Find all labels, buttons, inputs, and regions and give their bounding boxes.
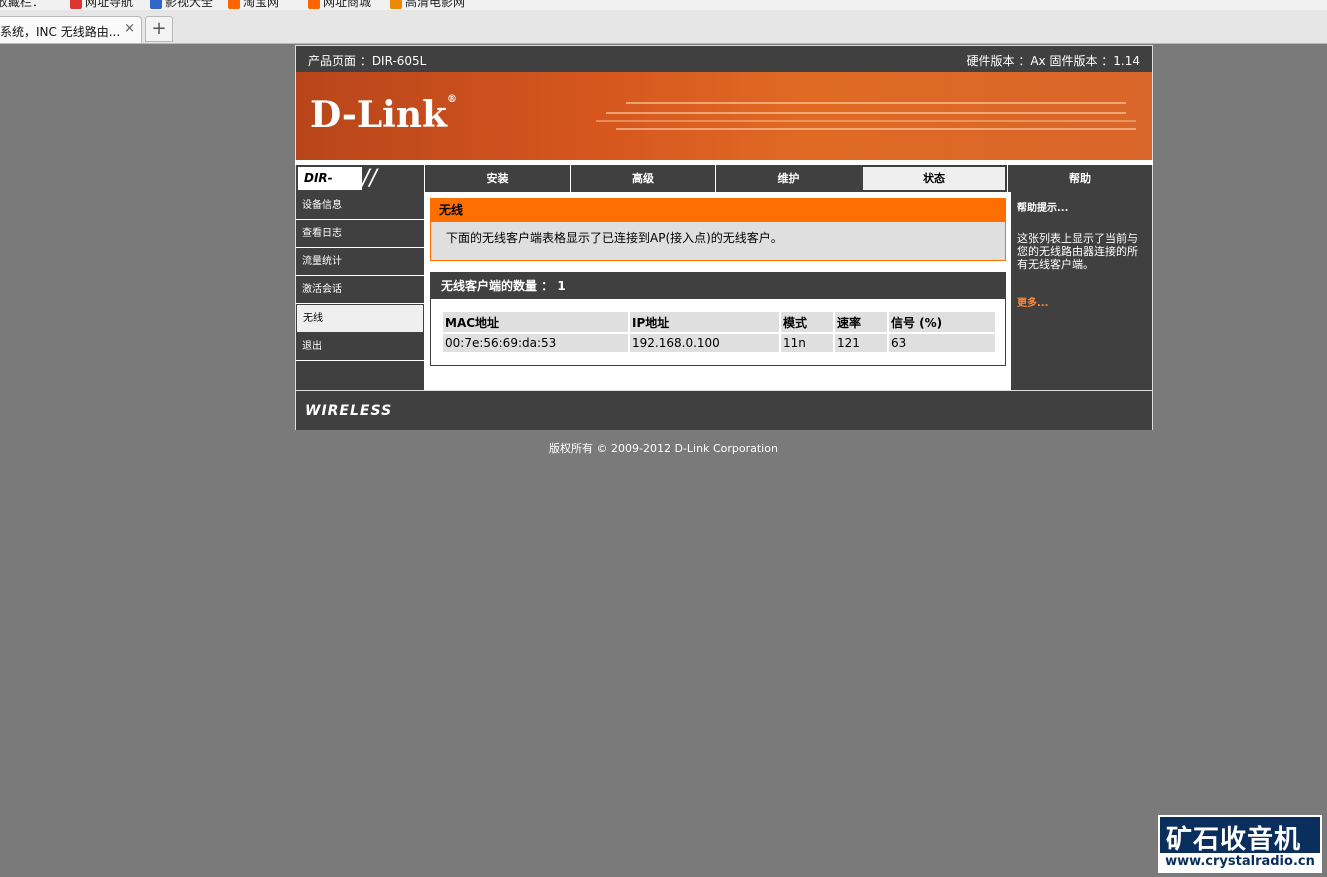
sidebar-item-sessions[interactable]: 激活会话 [296, 276, 424, 304]
sidebar-item-logs[interactable]: 查看日志 [296, 220, 424, 248]
sidebar-item-statistics[interactable]: 流量统计 [296, 248, 424, 276]
tab-advanced[interactable]: 高级 [570, 165, 715, 192]
section-title: 无线 [431, 199, 1005, 222]
column-header: 信号 (%) [889, 312, 995, 332]
watermark-logo: 矿石收音机 www.crystalradio.cn [1158, 815, 1322, 873]
tab-help[interactable]: 帮助 [1007, 165, 1152, 192]
banner-streak [596, 120, 1136, 122]
section-description: 下面的无线客户端表格显示了已连接到AP(接入点)的无线客户。 [446, 231, 783, 245]
bookmark-icon [390, 0, 402, 9]
clients-table: MAC地址 IP地址 模式 速率 信号 (%) 00:7e:56:69:da:5… [441, 310, 997, 354]
table-cell: 00:7e:56:69:da:53 [443, 334, 628, 352]
model-label: DIR-605L [298, 167, 362, 208]
table-row: 00:7e:56:69:da:53 192.168.0.100 11n 121 … [443, 334, 995, 352]
footer-bar: WIRELESS [295, 390, 1153, 430]
help-more-link[interactable]: 更多... [1017, 294, 1048, 309]
banner-streak [616, 128, 1136, 130]
clients-section: 无线客户端的数量 ： 1 MAC地址 IP地址 模式 速率 信号 (%) 00:… [430, 272, 1006, 366]
sidebar-item-device-info[interactable]: 设备信息 [296, 192, 424, 220]
table-cell: 63 [889, 334, 995, 352]
bookmark-item[interactable]: 淘宝网 [228, 0, 279, 10]
content-panel: 无线 下面的无线客户端表格显示了已连接到AP(接入点)的无线客户。 无线客户端的… [424, 192, 1011, 390]
table-header-row: MAC地址 IP地址 模式 速率 信号 (%) [443, 312, 995, 332]
bookmarks-bar: 收藏栏： 网址导航 影视大全 淘宝网 网址商城 高清电影网 [0, 0, 1327, 10]
top-nav: DIR-605L // 安装 高级 维护 状态 帮助 [295, 165, 1153, 208]
copyright-text: 版权所有 © 2009-2012 D-Link Corporation [549, 442, 778, 455]
table-cell: 11n [781, 334, 833, 352]
bookmark-icon [228, 0, 240, 9]
tab-setup[interactable]: 安装 [424, 165, 570, 192]
tab-bar: 系统，INC 无线路由... × + [0, 10, 1327, 44]
watermark-title: 矿石收音机 [1166, 825, 1302, 855]
clients-count-title: 无线客户端的数量 ： 1 [431, 273, 1005, 299]
bookmark-icon [70, 0, 82, 9]
tab-maintenance[interactable]: 维护 [715, 165, 861, 192]
bookmark-item[interactable]: 网址商城 [308, 0, 371, 10]
table-cell: 121 [835, 334, 887, 352]
banner-streak [606, 112, 1126, 114]
version-label: 硬件版本 ：Ax 固件版本 ：1.14 [966, 54, 1140, 68]
banner-streak [626, 102, 1126, 104]
bookmark-item[interactable]: 网址导航 [70, 0, 133, 10]
product-page-label: 产品页面 ：DIR-605L [308, 54, 427, 68]
table-cell: 192.168.0.100 [630, 334, 779, 352]
bookmark-icon [308, 0, 320, 9]
dlink-logo: D-Link® [310, 94, 457, 136]
wireless-section: 无线 下面的无线客户端表格显示了已连接到AP(接入点)的无线客户。 [430, 198, 1006, 261]
browser-tab[interactable]: 系统，INC 无线路由... × [0, 16, 142, 43]
help-text: 这张列表上显示了当前与您的无线路由器连接的所有无线客户端。 [1017, 232, 1138, 271]
column-header: 速率 [835, 312, 887, 332]
help-title: 帮助提示... [1017, 203, 1069, 214]
watermark-url: www.crystalradio.cn [1160, 853, 1320, 871]
help-panel: 帮助提示... 这张列表上显示了当前与您的无线路由器连接的所有无线客户端。 更多… [1011, 192, 1152, 390]
sidebar-item-wireless[interactable]: 无线 [296, 304, 424, 333]
router-page: 产品页面 ：DIR-605L 硬件版本 ：Ax 固件版本 ：1.14 D-Lin… [295, 45, 1153, 430]
tab-status[interactable]: 状态 [861, 165, 1007, 192]
column-header: MAC地址 [443, 312, 628, 332]
bookmark-icon [150, 0, 162, 9]
slash-decoration: // [362, 166, 377, 191]
sidebar-item-logout[interactable]: 退出 [296, 333, 424, 361]
brand-banner: D-Link® [295, 72, 1153, 160]
column-header: 模式 [781, 312, 833, 332]
sidebar: 设备信息 查看日志 流量统计 激活会话 无线 退出 [296, 192, 424, 390]
main-area: 设备信息 查看日志 流量统计 激活会话 无线 退出 无线 下面的无线客户端表格显… [295, 192, 1153, 390]
tab-title: 系统，INC 无线路由... [0, 25, 121, 39]
close-icon[interactable]: × [124, 21, 135, 36]
bookmarks-prefix: 收藏栏： [0, 0, 45, 9]
bookmark-item[interactable]: 高清电影网 [390, 0, 465, 10]
wireless-brand: WIRELESS [305, 403, 393, 419]
new-tab-button[interactable]: + [145, 16, 173, 42]
bookmark-item[interactable]: 影视大全 [150, 0, 213, 10]
column-header: IP地址 [630, 312, 779, 332]
model-badge: DIR-605L // [296, 165, 424, 208]
top-info-bar: 产品页面 ：DIR-605L 硬件版本 ：Ax 固件版本 ：1.14 [295, 45, 1153, 72]
